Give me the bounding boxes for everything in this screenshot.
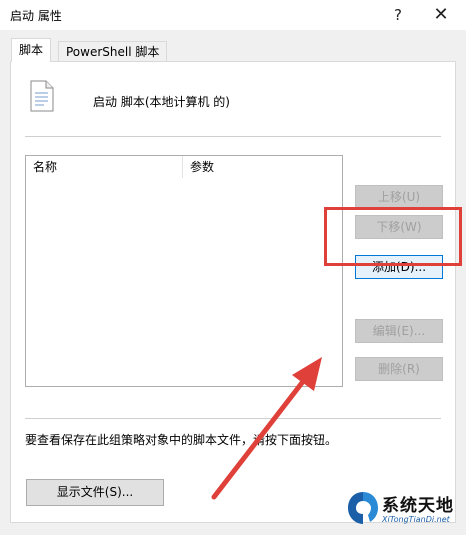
delete-button[interactable]: 删除(R) — [355, 357, 443, 381]
watermark-subtitle: XiTongTianDi.net — [382, 515, 450, 524]
scripts-header-label: 启动 脚本(本地计算机 的) — [93, 95, 230, 109]
site-watermark: 系统天地 XiTongTianDi.net — [346, 488, 464, 532]
watermark-logo-icon — [348, 492, 378, 524]
properties-dialog: 启动 属性 ? ✕ 脚本 PowerShell 脚本 启动 脚本(本地计算机 的… — [0, 0, 466, 535]
column-divider[interactable] — [182, 156, 183, 178]
show-files-button[interactable]: 显示文件(S)... — [26, 479, 164, 506]
tab-scripts[interactable]: 脚本 — [11, 38, 52, 62]
window-title: 启动 属性 — [10, 9, 62, 23]
tab-strip: 脚本 PowerShell 脚本 — [0, 38, 466, 62]
watermark-title: 系统天地 — [382, 496, 454, 516]
tab-powershell-scripts[interactable]: PowerShell 脚本 — [58, 41, 168, 62]
column-header-parameters[interactable]: 参数 — [190, 156, 214, 178]
help-button[interactable]: ? — [383, 3, 413, 27]
red-arrow-annotation — [211, 357, 322, 500]
highlight-annotation-box — [324, 207, 462, 266]
script-file-icon — [30, 80, 54, 112]
close-button[interactable]: ✕ — [426, 3, 456, 27]
header-divider — [25, 136, 441, 137]
move-up-button[interactable]: 上移(U) — [355, 185, 443, 209]
edit-button[interactable]: 编辑(E)... — [355, 319, 443, 343]
title-bar: 启动 属性 ? ✕ — [0, 0, 466, 30]
column-header-name[interactable]: 名称 — [33, 156, 57, 178]
